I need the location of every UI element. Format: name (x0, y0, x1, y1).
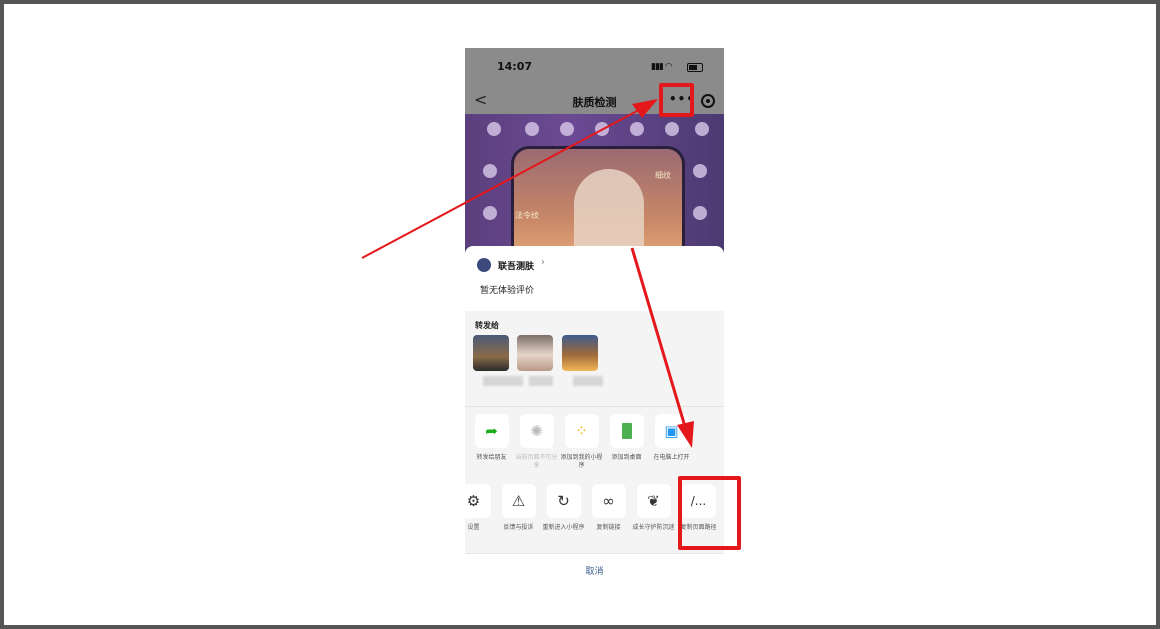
arrow-to-more-menu (361, 102, 653, 259)
arrowhead-icon (677, 421, 694, 448)
arrow-to-copy-path (630, 247, 688, 431)
annotation-arrows (361, 99, 694, 448)
arrowhead-icon (632, 99, 658, 118)
